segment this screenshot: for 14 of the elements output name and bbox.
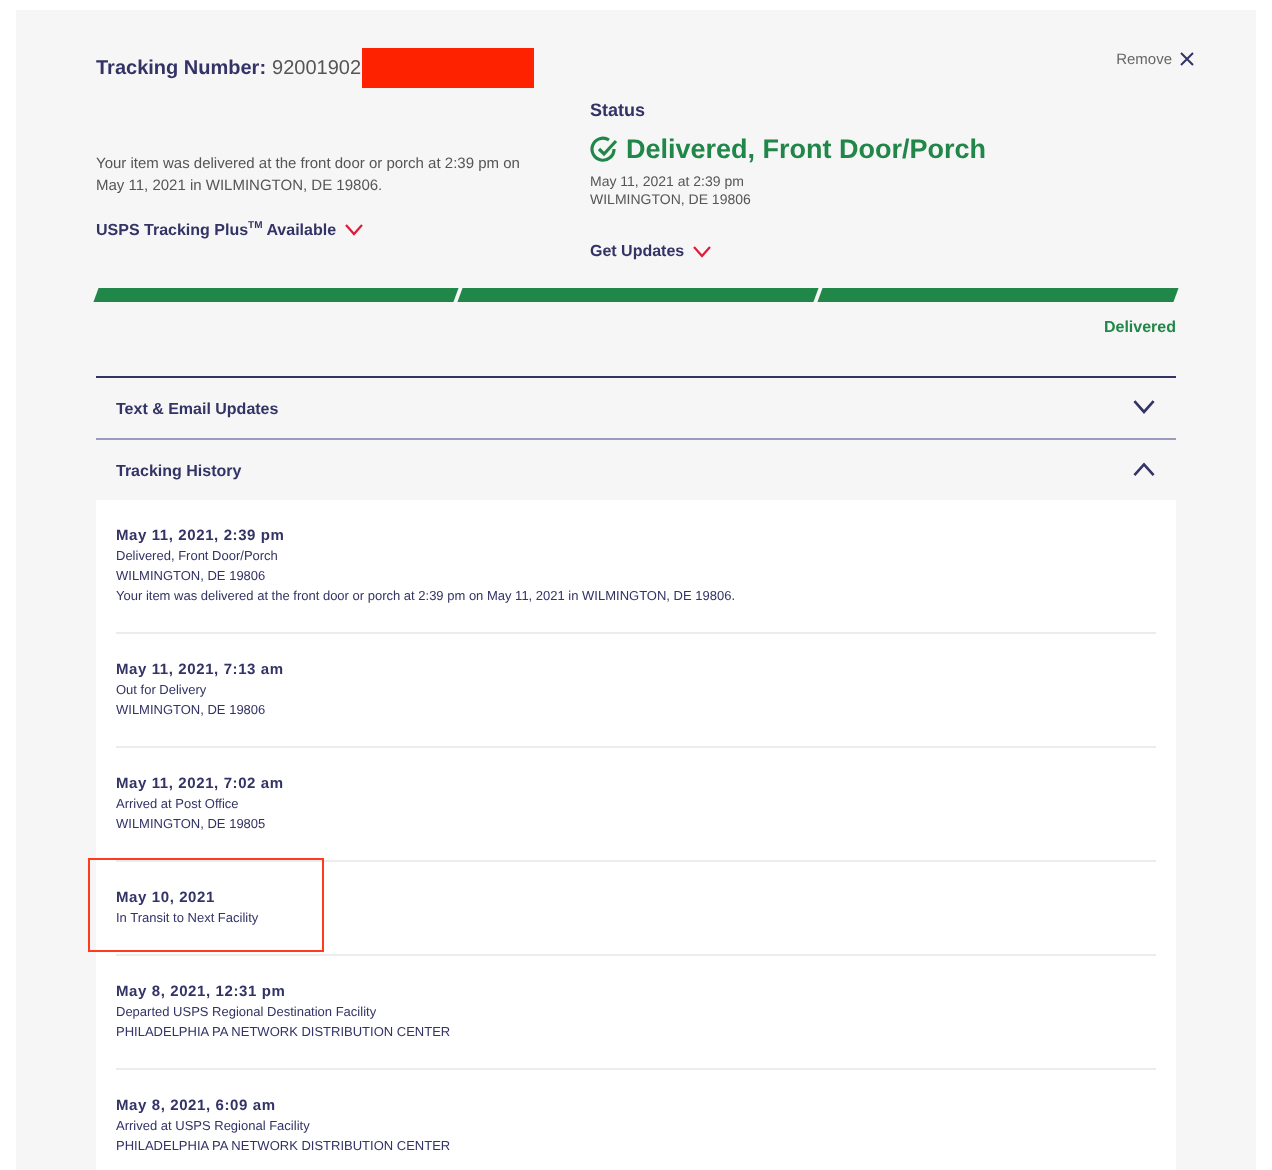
chevron-down-icon — [1132, 400, 1156, 416]
status-heading: Status — [590, 100, 648, 120]
status-value: Delivered, Front Door/Porch — [626, 134, 987, 164]
progress-label: Delivered — [1101, 318, 1176, 336]
caret-icon — [344, 223, 365, 236]
check-circle-icon — [590, 135, 618, 163]
chevron-up-icon — [1132, 462, 1156, 478]
caret-icon — [692, 245, 713, 257]
tracking-number: 92001902 — [272, 57, 362, 79]
close-icon — [1180, 51, 1194, 65]
tracking-label: Tracking Number: — [96, 57, 267, 79]
accordion-header[interactable]: Text & Email Updates — [96, 376, 1176, 438]
tracking-plus-link[interactable]: USPS Tracking Plus$^{TM}$ Available — [96, 220, 365, 240]
get-updates-link[interactable]: Get Updates — [590, 242, 713, 260]
